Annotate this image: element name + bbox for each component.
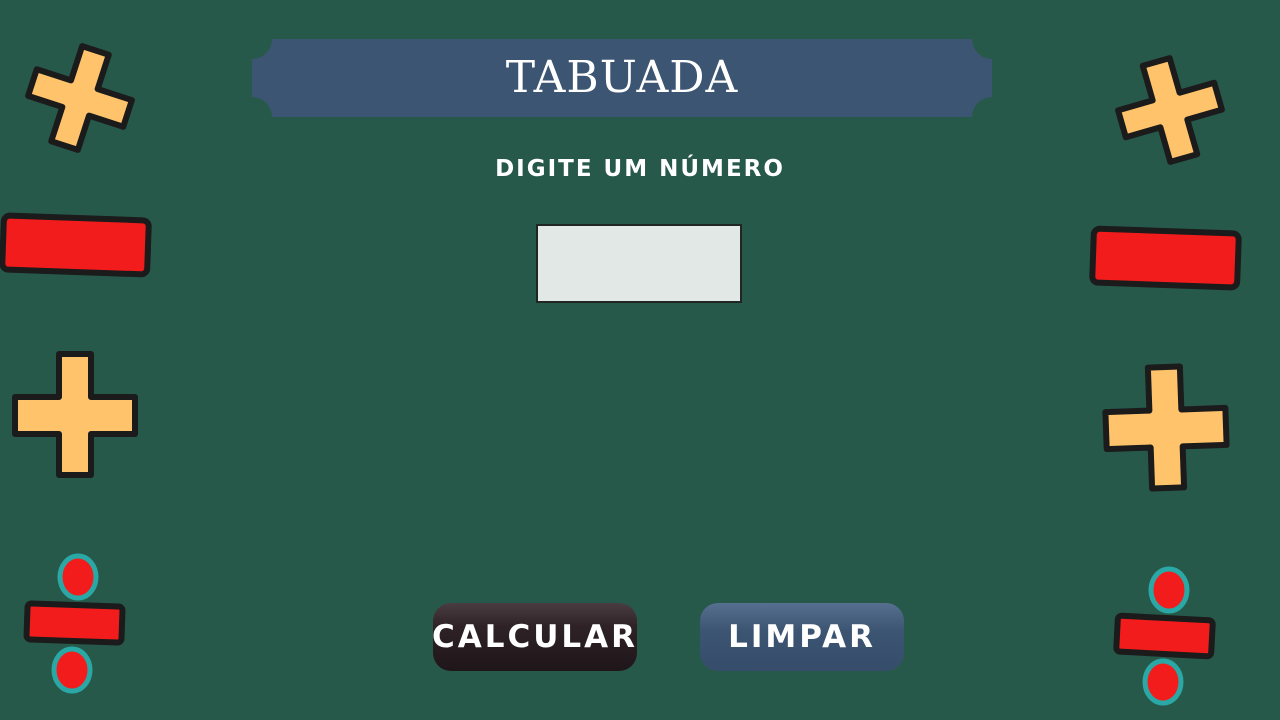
calculate-button[interactable]: CALCULAR — [431, 603, 639, 671]
page: TABUADA DIGITE UM NÚMERO CALCULAR LIMPAR — [0, 0, 1280, 720]
minus-icon — [0, 212, 152, 278]
title-banner: TABUADA — [252, 39, 992, 117]
calculate-button-label: CALCULAR — [431, 619, 639, 655]
plus-icon — [1102, 363, 1230, 492]
number-input[interactable] — [536, 224, 742, 303]
plus-icon — [12, 351, 138, 478]
clear-button-label: LIMPAR — [728, 619, 876, 655]
number-prompt-label: DIGITE UM NÚMERO — [495, 156, 785, 182]
page-title: TABUADA — [505, 52, 739, 103]
divide-icon — [1113, 566, 1216, 706]
minus-icon — [1089, 225, 1242, 291]
plus-icon — [1115, 55, 1225, 165]
clear-button[interactable]: LIMPAR — [700, 603, 904, 671]
divide-icon — [23, 553, 126, 694]
plus-icon — [25, 43, 135, 153]
